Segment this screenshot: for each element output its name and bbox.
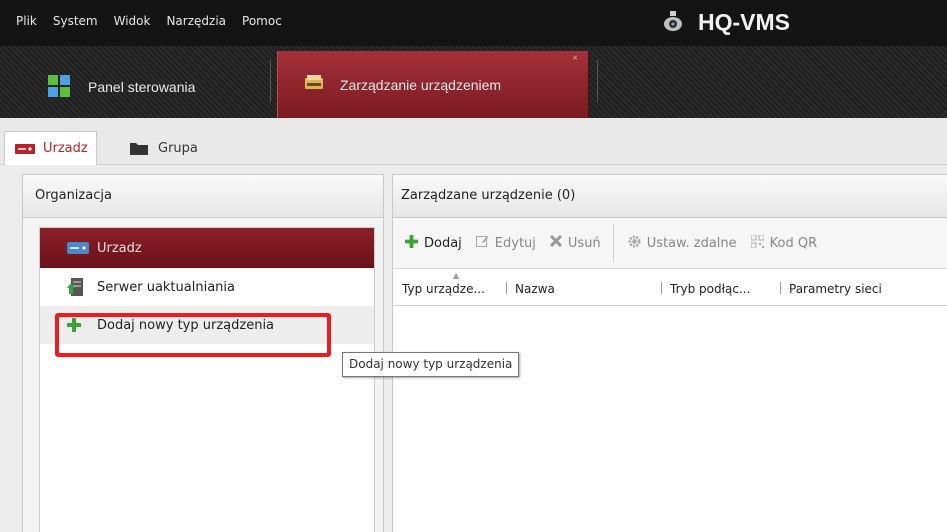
tree-item-label: Dodaj nowy typ urządzenia [97, 317, 275, 333]
tab-panel-label: Panel sterowania [88, 79, 196, 95]
title-bar: Plik System Widok Narzędzia Pomoc HQ-VMS [0, 0, 947, 46]
menu-narzedzia[interactable]: Narzędzia [158, 14, 234, 28]
remote-config-button[interactable]: Ustaw. zdalne [628, 234, 737, 252]
plus-icon [405, 234, 418, 252]
qr-code-button[interactable]: Kod QR [750, 234, 818, 252]
column-network-params[interactable]: Parametry sieci [781, 282, 911, 296]
column-device-type[interactable]: Typ urządze... [393, 282, 506, 296]
tree-item-urzadz[interactable]: Urzadz [40, 228, 374, 268]
menu-bar: Plik System Widok Narzędzia Pomoc [8, 14, 290, 28]
delete-button[interactable]: Usuń [549, 234, 601, 251]
add-button[interactable]: Dodaj [405, 234, 462, 252]
device-management-icon [304, 74, 324, 95]
grid-icon [48, 74, 70, 100]
qr-code-icon [750, 234, 765, 252]
menu-widok[interactable]: Widok [106, 14, 159, 28]
menu-system[interactable]: System [45, 14, 106, 28]
tab-divider [597, 60, 598, 102]
menu-pomoc[interactable]: Pomoc [234, 14, 290, 28]
subtab-urzadz-label: Urzadz [43, 141, 88, 156]
remote-config-label: Ustaw. zdalne [646, 235, 737, 251]
camera-logo-icon [662, 10, 684, 36]
tab-zarzadzanie-urzadzeniem[interactable]: Zarządzanie urządzeniem × [277, 51, 589, 118]
server-upgrade-icon [67, 278, 89, 296]
column-name[interactable]: Nazwa [507, 282, 661, 296]
column-connection-mode[interactable]: Tryb podłąc... [662, 282, 780, 296]
device-icon [15, 143, 35, 154]
menu-plik[interactable]: Plik [8, 14, 45, 28]
edit-button-label: Edytuj [494, 235, 536, 251]
toolbar-separator [612, 224, 614, 262]
subtab-urzadz[interactable]: Urzadz [4, 131, 97, 165]
folder-icon [130, 141, 148, 155]
tab-panel-sterowania[interactable]: Panel sterowania [48, 56, 195, 118]
edit-icon [475, 235, 489, 252]
sub-tab-bar: Urzadz Grupa [0, 118, 947, 165]
organization-panel: Organizacja Urzadz Serwer uaktualniania … [22, 174, 384, 532]
tab-close-icon[interactable]: × [572, 53, 578, 64]
devices-toolbar: Dodaj Edytuj Usuń Ustaw. zdalne Kod QR [393, 218, 947, 269]
app-title-text: HQ-VMS [698, 9, 790, 35]
main-tab-strip: Panel sterowania Zarządzanie urządzeniem… [0, 46, 947, 118]
subtab-grupa[interactable]: Grupa [130, 133, 198, 163]
gear-icon [628, 234, 641, 252]
tab-divider [270, 60, 271, 102]
edit-button[interactable]: Edytuj [475, 235, 536, 252]
tree-item-label: Urzadz [97, 240, 142, 256]
qr-code-label: Kod QR [769, 235, 818, 251]
tree-item-label: Serwer uaktualniania [97, 279, 235, 295]
devices-table-header: ▲ Typ urządze... Nazwa Tryb podłąc... Pa… [393, 269, 947, 306]
organization-tree: Urzadz Serwer uaktualniania Dodaj nowy t… [39, 227, 375, 532]
tree-item-serwer-uaktualniania[interactable]: Serwer uaktualniania [40, 268, 374, 306]
plus-icon [67, 318, 89, 332]
subtab-grupa-label: Grupa [158, 140, 198, 156]
managed-devices-header: Zarządzane urządzenie (0) [393, 175, 947, 218]
delete-button-label: Usuń [567, 235, 601, 251]
sort-arrow-icon: ▲ [453, 271, 460, 280]
add-button-label: Dodaj [424, 235, 462, 251]
tree-item-add-device-type[interactable]: Dodaj nowy typ urządzenia [40, 306, 374, 344]
tab-device-mgmt-label: Zarządzanie urządzeniem [340, 76, 502, 93]
app-title: HQ-VMS [662, 9, 790, 36]
delete-icon [549, 234, 562, 251]
tooltip: Dodaj nowy typ urządzenia [342, 352, 520, 377]
organization-header: Organizacja [23, 175, 383, 218]
device-icon [67, 242, 89, 254]
